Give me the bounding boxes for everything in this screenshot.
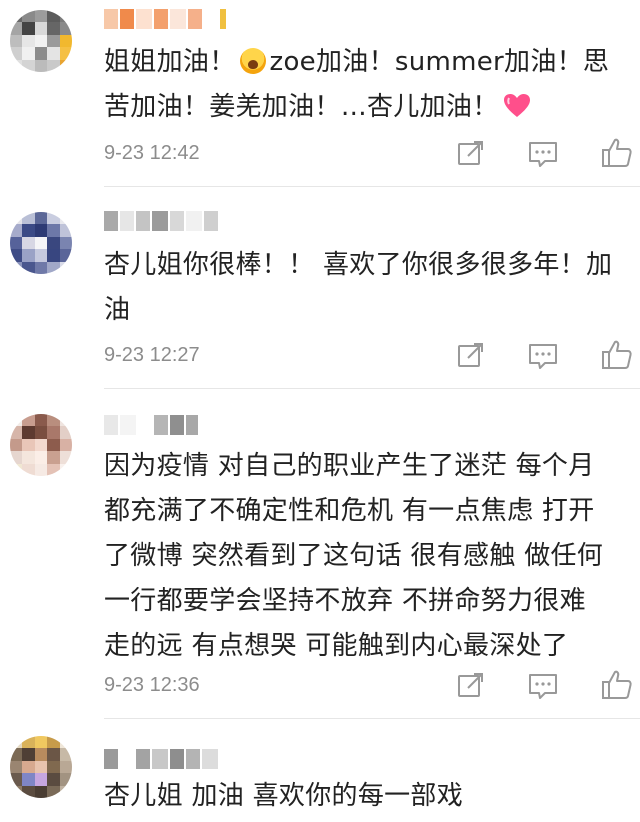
comment-timestamp: 9-23 12:36 <box>104 674 200 696</box>
comment-actions <box>452 136 640 170</box>
divider <box>104 388 640 389</box>
divider <box>104 718 640 719</box>
avatar[interactable] <box>10 10 72 72</box>
thumbs-up-icon[interactable] <box>600 668 634 702</box>
comment-icon[interactable] <box>526 668 560 702</box>
username-blurred[interactable] <box>104 414 198 436</box>
avatar[interactable] <box>10 736 72 798</box>
username-blurred[interactable] <box>104 210 218 232</box>
surprised-face-emoji-icon <box>239 48 266 74</box>
share-icon[interactable] <box>454 136 488 170</box>
comment-timestamp: 9-23 12:42 <box>104 142 200 164</box>
comment-icon[interactable] <box>526 136 560 170</box>
avatar[interactable] <box>10 414 72 476</box>
comment-actions <box>452 338 640 372</box>
username-blurred[interactable] <box>104 8 226 30</box>
comment-text: 杏儿姐 加油 喜欢你的每一部戏 <box>104 781 464 811</box>
heart-emoji-icon <box>503 89 530 117</box>
comment-text: 姐姐加油！ zoe加油！summer加油！思 苦加油！姜羌加油！…杏儿加油！ <box>104 47 610 122</box>
avatar[interactable] <box>10 212 72 274</box>
thumbs-up-icon[interactable] <box>600 338 634 372</box>
share-icon[interactable] <box>454 668 488 702</box>
comment-text: 因为疫情 对自己的职业产生了迷茫 每个月 都充满了不确定性和危机 有一点焦虑 打… <box>104 451 604 661</box>
comment-icon[interactable] <box>526 338 560 372</box>
username-blurred[interactable] <box>104 748 218 770</box>
thumbs-up-icon[interactable] <box>600 136 634 170</box>
comment-text: 杏儿姐你很棒！！ 喜欢了你很多很多年！加 油 <box>104 250 613 325</box>
share-icon[interactable] <box>454 338 488 372</box>
divider <box>104 186 640 187</box>
comment-actions <box>452 668 640 702</box>
comment-timestamp: 9-23 12:27 <box>104 344 200 366</box>
